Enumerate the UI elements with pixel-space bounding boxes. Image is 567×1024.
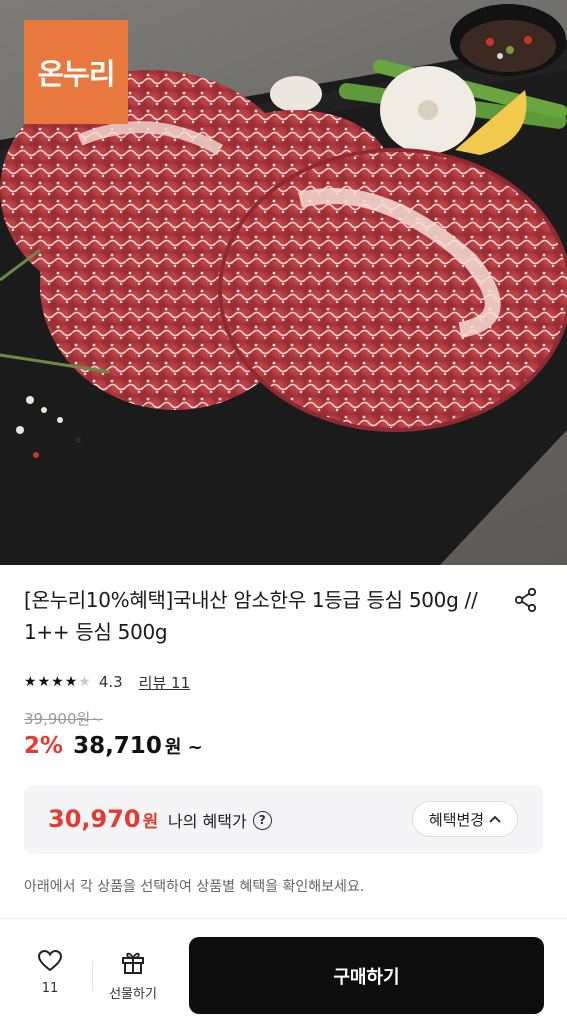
sale-price-unit: 원 ~ xyxy=(164,737,203,758)
original-price: 39,900원~ xyxy=(24,710,103,728)
change-benefit-label: 혜택변경 xyxy=(428,810,485,829)
change-benefit-button[interactable]: 혜택변경 xyxy=(412,801,518,837)
product-image[interactable]: 온누리 xyxy=(0,0,567,565)
rating-row: ★ ★ ★ ★ ★ 4.3 리뷰 11 xyxy=(24,672,190,692)
product-title: [온누리10%혜택]국내산 암소한우 1등급 등심 500g // 1++ 등심… xyxy=(24,588,478,644)
bottom-action-bar: 11 선물하기 구매하기 xyxy=(0,919,567,1024)
gift-button[interactable]: 선물하기 xyxy=(100,949,166,1007)
benefit-price: 30,970 원 xyxy=(48,805,158,833)
benefit-label: 나의 혜택가 ? xyxy=(168,808,272,832)
discount-rate: 2% xyxy=(24,733,64,759)
buy-button[interactable]: 구매하기 xyxy=(189,937,544,1014)
review-link[interactable]: 리뷰 11 xyxy=(139,672,190,693)
divider xyxy=(92,961,93,991)
gift-label: 선물하기 xyxy=(109,987,157,1002)
sale-price: 38,710 xyxy=(73,733,162,759)
share-button[interactable] xyxy=(512,586,540,614)
benefit-price-box: 30,970 원 나의 혜택가 ? 혜택변경 xyxy=(24,785,543,854)
star-icon: ★ xyxy=(78,674,91,690)
star-icon: ★ xyxy=(64,674,78,690)
rating-score: 4.3 xyxy=(98,673,123,691)
benefit-price-unit: 원 xyxy=(142,812,159,832)
wishlist-count: 11 xyxy=(41,981,59,996)
benefit-price-value: 30,970 xyxy=(48,805,141,833)
star-icon: ★ xyxy=(51,674,64,690)
wishlist-button[interactable]: 11 xyxy=(22,949,78,1007)
share-icon xyxy=(514,587,537,613)
help-icon[interactable]: ? xyxy=(252,810,272,830)
brand-badge-text: 온누리 xyxy=(37,57,115,91)
star-icon: ★ xyxy=(37,674,51,690)
price-row: 2% 38,710 원 ~ xyxy=(24,733,203,759)
heart-icon xyxy=(37,949,63,972)
benefit-label-text: 나의 혜택가 xyxy=(168,812,247,831)
star-rating: ★ ★ ★ ★ ★ xyxy=(24,674,91,690)
gift-icon xyxy=(122,952,144,974)
brand-badge: 온누리 xyxy=(24,20,128,124)
chevron-up-icon xyxy=(489,815,501,823)
product-title-row: [온누리10%혜택]국내산 암소한우 1등급 등심 500g // 1++ 등심… xyxy=(24,584,544,648)
benefit-note: 아래에서 각 상품을 선택하여 상품별 혜택을 확인해보세요. xyxy=(24,879,365,895)
star-icon: ★ xyxy=(24,674,37,690)
